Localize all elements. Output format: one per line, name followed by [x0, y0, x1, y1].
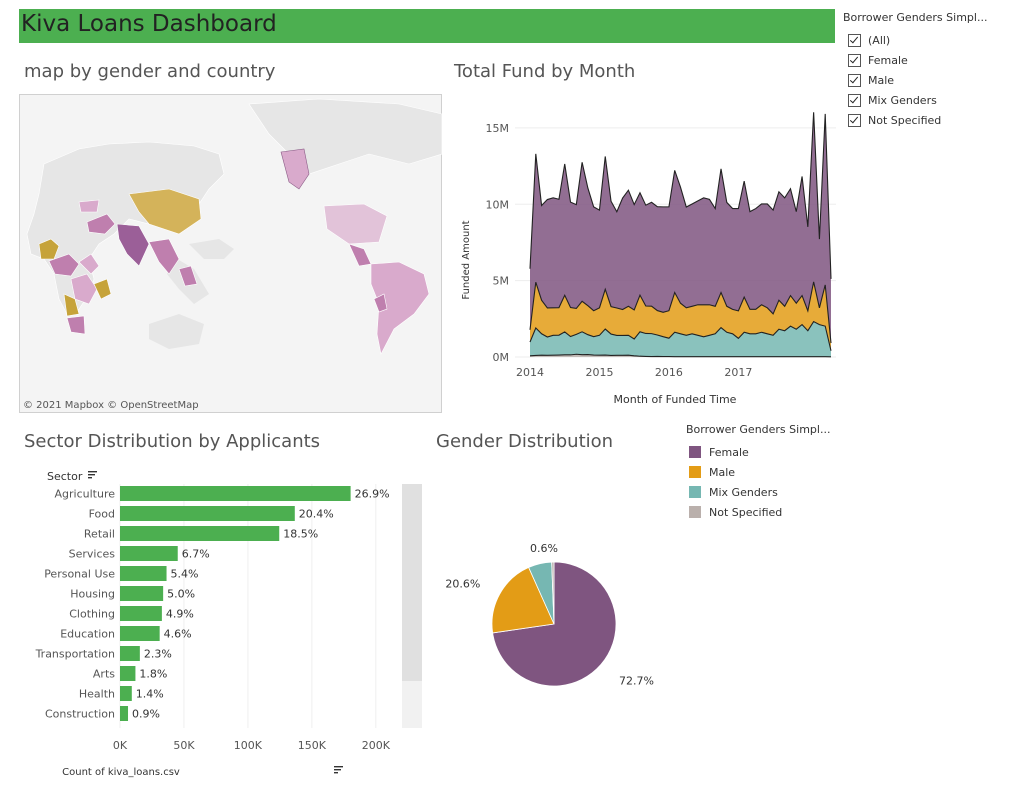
gender-pie-chart[interactable]: 72.7% 20.6% 0.6% [436, 520, 676, 720]
category-label: Personal Use [44, 568, 115, 581]
checkbox-icon[interactable] [848, 113, 861, 127]
fund-x-axis-label: Month of Funded Time [614, 393, 737, 406]
bar-value-label: 6.7% [182, 548, 210, 561]
y-tick-label: 15M [486, 122, 510, 135]
sector-bar-chart[interactable]: Sector Agriculture 26.9% Food 20.4% Retail 18… [19, 462, 429, 780]
gender-filter: Borrower Genders Simpl... (All) Female M… [843, 11, 987, 130]
bar[interactable] [120, 566, 167, 581]
scrollbar-track[interactable] [402, 681, 422, 728]
sector-x-axis-label: Count of kiva_loans.csv [62, 767, 180, 778]
total-fund-area-chart[interactable]: 0M 5M 10M 15M 2014 2015 2016 2017 Funded Amoun… [455, 95, 840, 415]
bar-value-label: 5.0% [167, 588, 195, 601]
sort-icon[interactable] [88, 471, 97, 479]
bar-value-label: 4.9% [166, 608, 194, 621]
bar-value-label: 2.3% [144, 648, 172, 661]
bar-value-label: 26.9% [355, 488, 390, 501]
world-map[interactable]: © 2021 Mapbox © OpenStreetMap [19, 94, 442, 413]
legend-swatch [689, 506, 701, 518]
bar[interactable] [120, 646, 140, 661]
pie-label: 72.7% [619, 674, 654, 687]
bar-value-label: 20.4% [299, 508, 334, 521]
gender-filter-title: Borrower Genders Simpl... [843, 11, 988, 24]
checkbox-icon[interactable] [848, 33, 861, 47]
sector-chart-title: Sector Distribution by Applicants [24, 431, 321, 452]
category-label: Education [60, 628, 115, 641]
legend-item-mix-genders[interactable]: Mix Genders [686, 482, 830, 502]
fund-chart-title: Total Fund by Month [454, 61, 636, 82]
bar[interactable] [120, 586, 164, 601]
bar[interactable] [120, 486, 351, 501]
x-tick-label: 2014 [516, 366, 544, 379]
bar[interactable] [120, 686, 132, 701]
bar[interactable] [120, 666, 136, 681]
category-label: Construction [45, 708, 115, 721]
checkbox-icon[interactable] [848, 93, 861, 107]
x-tick-label: 2015 [585, 366, 613, 379]
fund-y-axis-label: Funded Amount [461, 220, 472, 299]
bar-value-label: 1.4% [136, 688, 164, 701]
checkbox-icon[interactable] [848, 53, 861, 67]
bar[interactable] [120, 546, 178, 561]
bar-value-label: 1.8% [139, 668, 167, 681]
legend-swatch [689, 486, 701, 498]
legend-item-not-specified[interactable]: Not Specified [686, 502, 830, 522]
category-label: Health [79, 688, 115, 701]
category-label: Arts [93, 668, 115, 681]
category-label: Clothing [69, 608, 115, 621]
category-label: Housing [70, 588, 115, 601]
bar[interactable] [120, 706, 129, 721]
legend-title: Borrower Genders Simpl... [686, 423, 831, 436]
bar-value-label: 18.5% [283, 528, 318, 541]
sort-icon[interactable] [334, 766, 343, 774]
category-label: Agriculture [55, 488, 116, 501]
x-tick-label: 0K [113, 739, 128, 752]
checkbox-icon[interactable] [848, 73, 861, 87]
filter-option-not-specified[interactable]: Not Specified [843, 110, 987, 130]
bar[interactable] [120, 606, 162, 621]
bar[interactable] [120, 526, 280, 541]
y-tick-label: 10M [486, 198, 510, 211]
legend-swatch [689, 466, 701, 478]
pie-label: 0.6% [530, 542, 558, 555]
pie-label: 20.6% [445, 578, 480, 591]
y-tick-label: 0M [493, 351, 510, 364]
map-attribution: © 2021 Mapbox © OpenStreetMap [23, 400, 199, 411]
scrollbar-thumb[interactable] [402, 484, 422, 681]
filter-option-female[interactable]: Female [843, 50, 987, 70]
category-label: Transportation [35, 648, 115, 661]
sector-header: Sector [47, 470, 83, 483]
x-tick-label: 150K [298, 739, 327, 752]
x-tick-label: 2017 [724, 366, 752, 379]
bar-value-label: 0.9% [132, 708, 160, 721]
filter-option-male[interactable]: Male [843, 70, 987, 90]
x-tick-label: 50K [173, 739, 195, 752]
x-tick-label: 100K [234, 739, 263, 752]
y-tick-label: 5M [493, 275, 510, 288]
legend-item-female[interactable]: Female [686, 442, 830, 462]
dashboard-title-bar: Kiva Loans Dashboard [19, 9, 835, 43]
map-title: map by gender and country [24, 61, 276, 82]
bar-value-label: 5.4% [171, 568, 199, 581]
dashboard-title: Kiva Loans Dashboard [21, 11, 277, 37]
category-label: Food [89, 508, 115, 521]
bar-value-label: 4.6% [164, 628, 192, 641]
bar[interactable] [120, 506, 295, 521]
legend-swatch [689, 446, 701, 458]
gender-chart-title: Gender Distribution [436, 431, 614, 452]
gender-legend: Borrower Genders Simpl... Female Male Mi… [686, 423, 830, 522]
category-label: Services [69, 548, 116, 561]
category-label: Retail [84, 528, 115, 541]
filter-option-mix-genders[interactable]: Mix Genders [843, 90, 987, 110]
x-tick-label: 200K [362, 739, 391, 752]
legend-item-male[interactable]: Male [686, 462, 830, 482]
x-tick-label: 2016 [655, 366, 683, 379]
bar[interactable] [120, 626, 160, 641]
filter-option-all[interactable]: (All) [843, 30, 987, 50]
